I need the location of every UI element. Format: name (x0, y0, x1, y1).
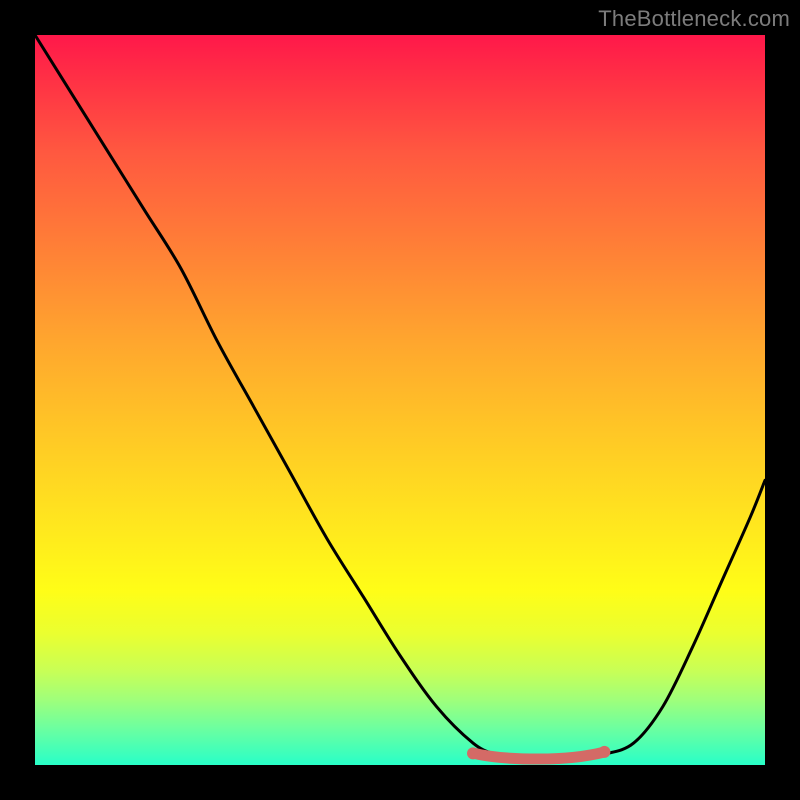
optimal-range-band (473, 752, 604, 759)
optimal-right-dot (598, 746, 610, 758)
chart-svg (35, 35, 765, 765)
plot-area (35, 35, 765, 765)
optimal-left-dot (467, 747, 479, 759)
bottleneck-curve (35, 35, 765, 758)
watermark-text: TheBottleneck.com (598, 6, 790, 32)
chart-frame: TheBottleneck.com (0, 0, 800, 800)
